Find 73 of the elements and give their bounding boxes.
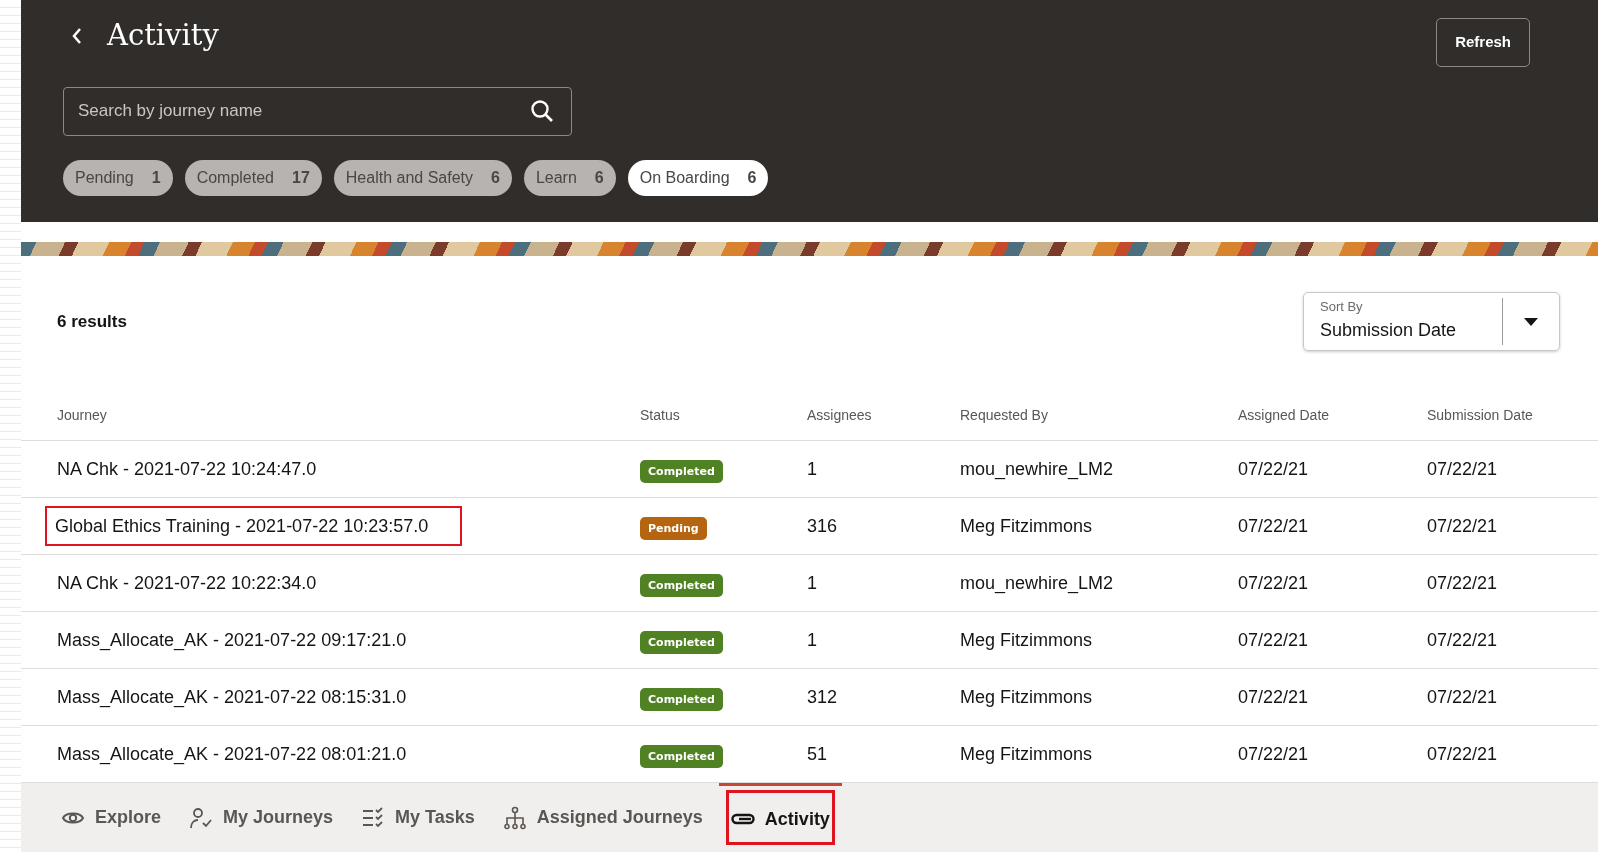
refresh-button[interactable]: Refresh	[1436, 18, 1530, 67]
status-tag: Pending	[640, 516, 707, 540]
assignee-count: 312	[807, 686, 838, 707]
filter-chip[interactable]: Pending 1	[63, 159, 173, 196]
hierarchy-icon	[502, 805, 527, 830]
nav-tab[interactable]: Explore	[49, 783, 174, 852]
chip-count: 6	[491, 167, 500, 188]
requester-name: Meg Fitzimmons	[960, 515, 1093, 536]
submission-date: 07/22/21	[1427, 458, 1498, 479]
sort-dropdown[interactable]: Sort By Submission Date	[1303, 292, 1560, 351]
journey-name: NA Chk - 2021-07-22 10:24:47.0	[57, 458, 317, 479]
submission-date: 07/22/21	[1427, 629, 1498, 650]
search-icon	[530, 98, 554, 123]
assignee-count: 51	[807, 743, 828, 764]
page-title: Activity	[107, 18, 219, 53]
assigned-date: 07/22/21	[1238, 572, 1309, 593]
results-count: 6 results	[57, 310, 127, 333]
chip-count: 6	[594, 167, 604, 188]
status-tag: Completed	[640, 630, 723, 654]
assigned-date: 07/22/21	[1238, 515, 1309, 536]
checklist-icon	[361, 805, 386, 830]
requester-name: Meg Fitzimmons	[960, 629, 1093, 650]
person-check-icon	[189, 805, 214, 830]
assignee-count: 316	[807, 515, 838, 536]
submission-date: 07/22/21	[1427, 515, 1498, 536]
nav-tab[interactable]: My Tasks	[349, 783, 487, 852]
chip-count: 6	[747, 167, 757, 188]
requester-name: Meg Fitzimmons	[960, 686, 1093, 707]
search-field[interactable]: Search by journey name	[63, 86, 572, 136]
assignee-count: 1	[807, 629, 817, 650]
column-header: Status	[604, 391, 771, 441]
requester-name: mou_newhire_LM2	[960, 572, 1114, 593]
journey-name: Mass_Allocate_AK - 2021-07-22 08:01:21.0	[57, 743, 407, 764]
back-chevron-icon	[71, 27, 83, 46]
chip-label: Learn	[535, 167, 577, 188]
submission-date: 07/22/21	[1427, 572, 1498, 593]
submission-date: 07/22/21	[1427, 686, 1498, 707]
submission-date: 07/22/21	[1427, 743, 1498, 764]
nav-tab[interactable]: Activity	[718, 783, 842, 852]
chip-count: 1	[151, 167, 161, 188]
nav-tab[interactable]: Assigned Journeys	[490, 783, 715, 852]
filter-chip[interactable]: Learn 6	[523, 159, 616, 196]
status-tag: Completed	[640, 459, 723, 483]
journey-name: NA Chk - 2021-07-22 10:22:34.0	[57, 572, 317, 593]
assigned-date: 07/22/21	[1238, 743, 1309, 764]
chip-label: Pending	[75, 167, 134, 188]
caret-down-icon	[1524, 317, 1538, 326]
status-tag: Completed	[640, 687, 723, 711]
column-header: Assigned Date	[1202, 391, 1391, 441]
assignee-count: 1	[807, 572, 817, 593]
column-header: Requested By	[924, 391, 1202, 441]
filter-chip[interactable]: Completed 17	[184, 159, 322, 196]
requester-name: Meg Fitzimmons	[960, 743, 1093, 764]
nav-tab[interactable]: My Journeys	[177, 783, 346, 852]
filter-chip[interactable]: On Boarding 6	[627, 159, 769, 196]
status-tag: Completed	[640, 573, 723, 597]
column-header: Assignees	[771, 391, 924, 441]
journey-name: Mass_Allocate_AK - 2021-07-22 09:17:21.0	[57, 629, 407, 650]
chip-count: 17	[292, 167, 310, 188]
filter-chip[interactable]: Health and Safety 6	[333, 159, 512, 196]
column-header: Journey	[21, 391, 604, 441]
status-tag: Completed	[640, 744, 723, 768]
requester-name: mou_newhire_LM2	[960, 458, 1114, 479]
assigned-date: 07/22/21	[1238, 686, 1309, 707]
assignee-count: 1	[807, 458, 817, 479]
journey-name: Global Ethics Training - 2021-07-22 10:23:57.0	[47, 507, 461, 544]
journey-name: Mass_Allocate_AK - 2021-07-22 08:15:31.0	[57, 686, 407, 707]
assigned-date: 07/22/21	[1238, 458, 1309, 479]
column-header: Submission Date	[1391, 391, 1598, 441]
chip-label: On Boarding	[639, 167, 730, 188]
chip-label: Health and Safety	[345, 167, 473, 188]
chip-label: Completed	[196, 167, 274, 188]
assigned-date: 07/22/21	[1238, 629, 1309, 650]
